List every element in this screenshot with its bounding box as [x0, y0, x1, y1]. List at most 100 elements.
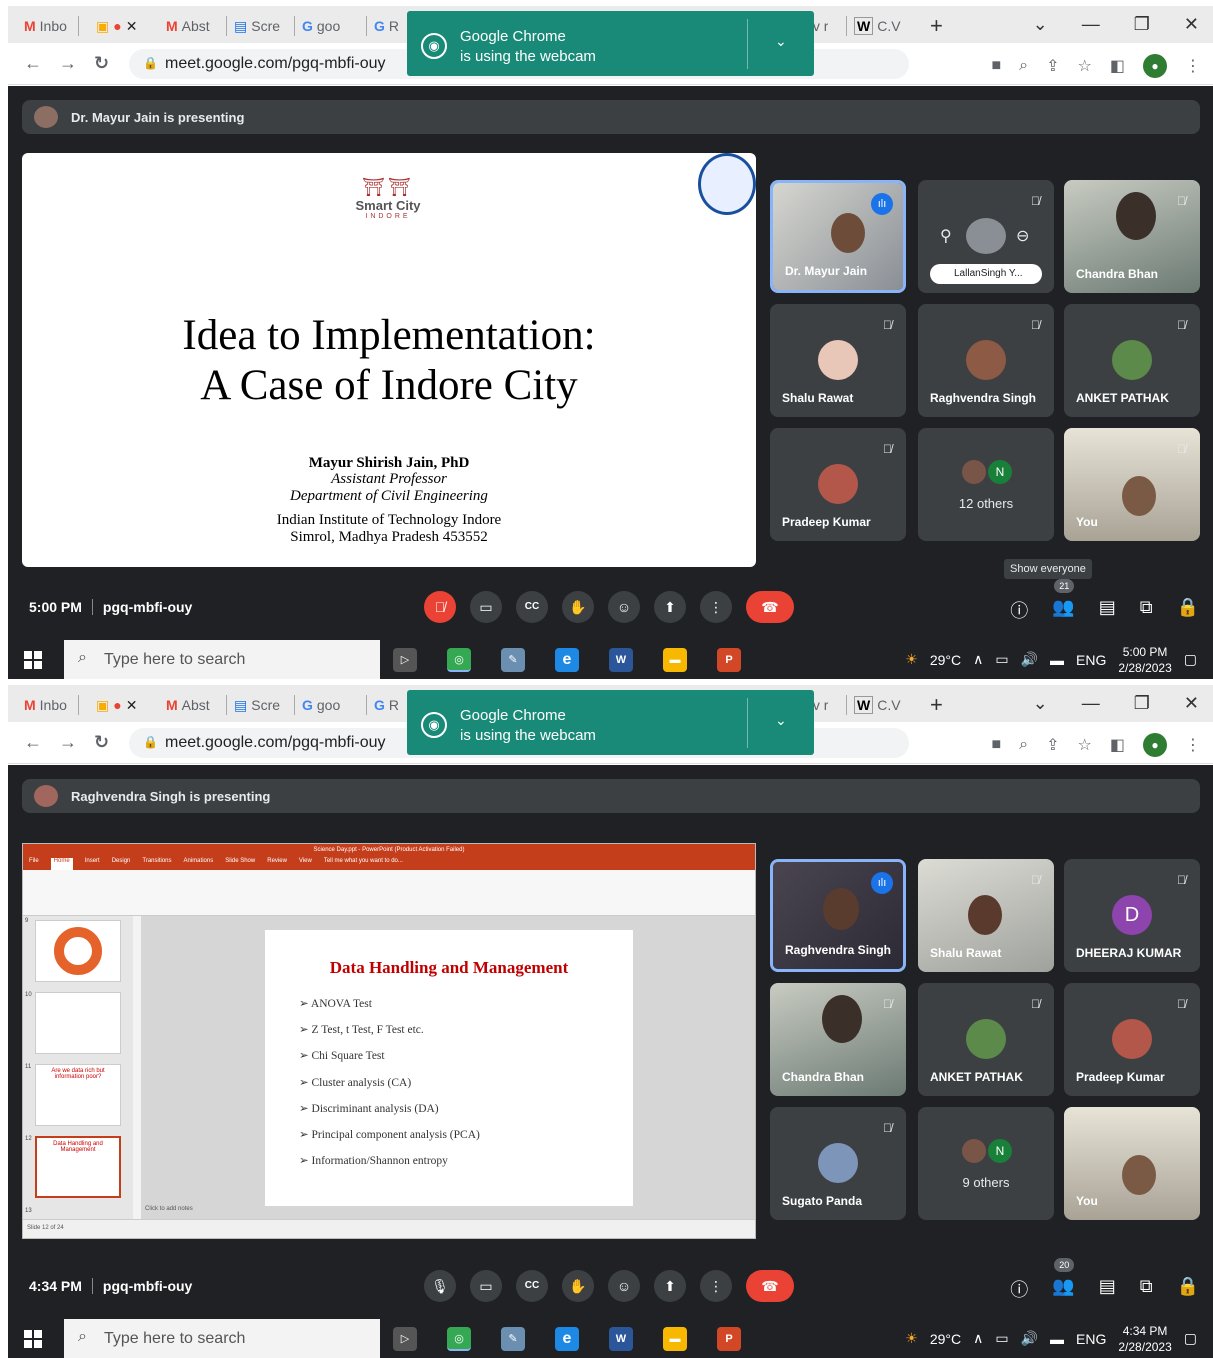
- camera-toggle-button[interactable]: ▭: [470, 591, 502, 623]
- tab-meet-active[interactable]: ▣ ● ✕: [96, 14, 137, 38]
- mic-toggle-button[interactable]: 🎙̸: [424, 591, 456, 623]
- captions-button[interactable]: CC: [516, 591, 548, 623]
- info-icon[interactable]: ⓘ: [1010, 597, 1028, 623]
- notifications-icon[interactable]: ▢: [1184, 651, 1197, 668]
- tab-gmail-2[interactable]: M Abst: [166, 14, 210, 38]
- self-tile[interactable]: You: [1064, 1107, 1200, 1220]
- folder-icon[interactable]: ▬: [663, 1327, 687, 1351]
- participant-tile[interactable]: 🎙̸ Raghvendra Singh: [918, 304, 1054, 417]
- participant-tile[interactable]: 🎙̸ Shalu Rawat: [918, 859, 1054, 972]
- close-window-button[interactable]: ✕: [1184, 693, 1199, 714]
- ppt-menu-item[interactable]: View: [299, 858, 312, 870]
- pin-icon[interactable]: ⚲: [940, 226, 952, 246]
- star-icon[interactable]: ☆: [1078, 735, 1092, 755]
- taskbar-search[interactable]: ⌕ Type here to search: [64, 1319, 380, 1358]
- participant-tile[interactable]: 🎙̸ Shalu Rawat: [770, 304, 906, 417]
- tab-google[interactable]: Ggoo: [302, 693, 340, 717]
- present-button[interactable]: ⬆: [654, 591, 686, 623]
- sidepanel-icon[interactable]: ◧: [1110, 56, 1125, 76]
- webcam-notification[interactable]: ◉ Google Chrome is using the webcam ⌄: [407, 11, 814, 76]
- participant-tile[interactable]: 🎙̸ Chandra Bhan: [770, 983, 906, 1096]
- menu-icon[interactable]: ⋮: [1185, 735, 1201, 755]
- ppt-menu-item[interactable]: Home: [50, 858, 73, 870]
- tab-google-2[interactable]: GR: [374, 693, 399, 717]
- word-icon[interactable]: W: [609, 648, 633, 672]
- raise-hand-button[interactable]: ✋: [562, 1270, 594, 1302]
- tab-wiki[interactable]: W C.V: [854, 693, 901, 717]
- zoom-icon[interactable]: ⌕: [1019, 736, 1028, 754]
- ppt-menu-item[interactable]: Review: [267, 858, 287, 870]
- participant-tile[interactable]: 🎙̸ Pradeep Kumar: [1064, 983, 1200, 1096]
- people-icon[interactable]: 👥 20: [1052, 1258, 1075, 1302]
- mic-toggle-button[interactable]: 🎙: [424, 1270, 456, 1302]
- volume-icon[interactable]: 🔊: [1021, 651, 1038, 668]
- current-slide[interactable]: Data Handling and Management ➢ ANOVA Tes…: [265, 930, 633, 1206]
- zoom-icon[interactable]: ⌕: [1019, 57, 1028, 75]
- tab-gmail[interactable]: M Inbo: [24, 693, 67, 717]
- participant-tile[interactable]: 🎙̸ Chandra Bhan: [1064, 180, 1200, 293]
- camera-icon[interactable]: ■: [991, 57, 1001, 75]
- tab-gmail[interactable]: M Inbo: [24, 14, 67, 38]
- host-controls-icon[interactable]: 🔒: [1177, 597, 1199, 623]
- tab-gmail-2[interactable]: M Abst: [166, 693, 210, 717]
- self-tile[interactable]: 🎙̸ You: [1064, 428, 1200, 541]
- menu-icon[interactable]: ⋮: [1185, 56, 1201, 76]
- folder-icon[interactable]: ▬: [663, 648, 687, 672]
- activities-icon[interactable]: ⧉: [1140, 1276, 1153, 1302]
- star-icon[interactable]: ☆: [1078, 56, 1092, 76]
- participant-tile[interactable]: ılı Raghvendra Singh: [770, 859, 906, 972]
- tab-screen[interactable]: ▤ Scre: [234, 693, 280, 717]
- end-call-button[interactable]: ☎: [746, 591, 794, 623]
- network-icon[interactable]: ▭: [995, 651, 1008, 668]
- forward-button[interactable]: →: [59, 732, 77, 753]
- ie-icon[interactable]: e: [555, 1327, 579, 1351]
- notifications-icon[interactable]: ▢: [1184, 1330, 1197, 1347]
- slide-thumbnail[interactable]: [35, 920, 121, 982]
- webcam-notification[interactable]: ◉ Google Chrome is using the webcam ⌄: [407, 690, 814, 755]
- temperature[interactable]: 29°C: [930, 652, 961, 668]
- chat-icon[interactable]: ▤: [1099, 1276, 1116, 1302]
- more-options-button[interactable]: ⋮: [700, 591, 732, 623]
- participant-tile[interactable]: N 9 others: [918, 1107, 1054, 1220]
- windows-start-icon[interactable]: [24, 1330, 42, 1348]
- word-icon[interactable]: W: [609, 1327, 633, 1351]
- emoji-button[interactable]: ☺: [608, 591, 640, 623]
- remove-icon[interactable]: ⊖: [1016, 226, 1029, 246]
- chevron-down-icon[interactable]: ⌄: [775, 712, 787, 729]
- close-window-button[interactable]: ✕: [1184, 14, 1199, 35]
- close-icon[interactable]: ✕: [126, 697, 138, 714]
- slide-thumbnail[interactable]: Are we data rich but information poor?: [35, 1064, 121, 1126]
- tray-expand-icon[interactable]: ∧: [973, 1330, 983, 1347]
- chevron-down-icon[interactable]: ⌄: [775, 33, 787, 50]
- powerpoint-icon[interactable]: P: [717, 648, 741, 672]
- ppt-menu-item[interactable]: Slide Show: [225, 858, 255, 870]
- app-icon[interactable]: ▷: [393, 648, 417, 672]
- battery-icon[interactable]: ▬: [1050, 1331, 1064, 1347]
- powerpoint-icon[interactable]: P: [717, 1327, 741, 1351]
- minimize-button[interactable]: —: [1082, 693, 1100, 714]
- minimize-button[interactable]: —: [1082, 14, 1100, 35]
- restore-button[interactable]: ❐: [1134, 14, 1150, 35]
- tab-screen[interactable]: ▤ Scre: [234, 14, 280, 38]
- forward-button[interactable]: →: [59, 53, 77, 74]
- reload-button[interactable]: ↻: [94, 53, 109, 74]
- chrome-icon[interactable]: ◎: [447, 648, 471, 672]
- captions-button[interactable]: CC: [516, 1270, 548, 1302]
- participant-tile[interactable]: 🎙̸ Sugato Panda: [770, 1107, 906, 1220]
- ppt-menu-item[interactable]: Insert: [85, 858, 100, 870]
- language[interactable]: ENG: [1076, 1331, 1106, 1347]
- slide-thumbnail[interactable]: [35, 992, 121, 1054]
- participant-tile[interactable]: 🎙̸ ANKET PATHAK: [918, 983, 1054, 1096]
- people-icon[interactable]: 👥 21: [1052, 579, 1075, 623]
- chevron-down-icon[interactable]: ⌄: [1033, 14, 1048, 35]
- paint-icon[interactable]: ✎: [501, 648, 525, 672]
- camera-toggle-button[interactable]: ▭: [470, 1270, 502, 1302]
- participant-tile[interactable]: N 12 others: [918, 428, 1054, 541]
- share-icon[interactable]: ⇪: [1046, 735, 1059, 755]
- tab-wiki[interactable]: W C.V: [854, 14, 901, 38]
- chevron-down-icon[interactable]: ⌄: [1033, 693, 1048, 714]
- ppt-menu-item[interactable]: File: [29, 858, 39, 870]
- restore-button[interactable]: ❐: [1134, 693, 1150, 714]
- temperature[interactable]: 29°C: [930, 1331, 961, 1347]
- app-icon[interactable]: ▷: [393, 1327, 417, 1351]
